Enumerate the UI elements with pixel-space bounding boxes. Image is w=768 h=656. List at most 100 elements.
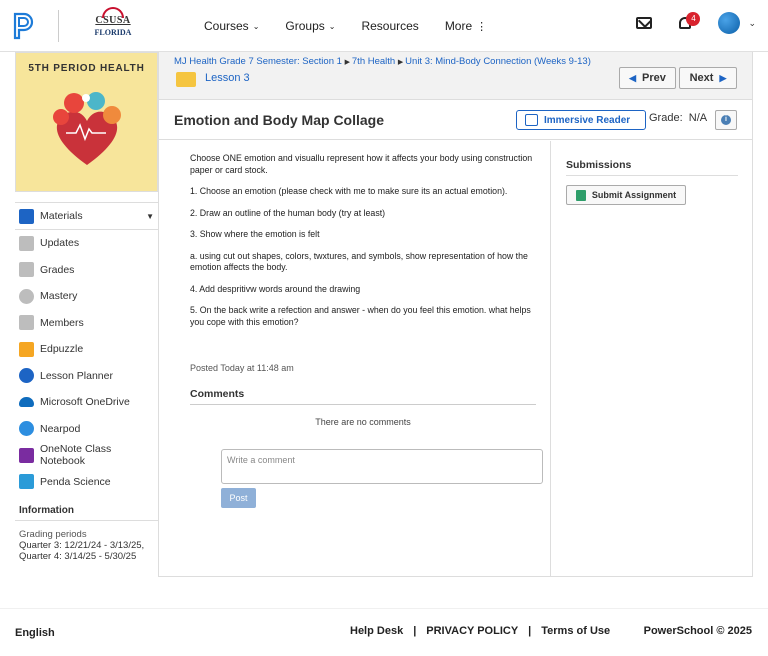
lesson-planner-icon: [19, 368, 34, 384]
comment-input[interactable]: Write a comment: [221, 449, 543, 484]
sidebar-item-label: Nearpod: [40, 422, 81, 435]
sidebar-item-label: Edpuzzle: [40, 343, 84, 356]
submit-icon: [575, 189, 586, 201]
nav-resources-label: Resources: [361, 19, 419, 33]
submissions-heading: Submissions: [566, 159, 738, 176]
sidebar-item-updates[interactable]: Updates: [15, 230, 158, 257]
info-icon: i: [721, 115, 731, 125]
school-state: FLORIDA: [94, 28, 132, 37]
onenote-icon: [19, 447, 34, 463]
more-dots-icon: ⋮: [476, 20, 487, 33]
grading-periods-label: Grading periods: [19, 529, 87, 540]
grade-info-button[interactable]: i: [715, 110, 737, 130]
course-menu: Materials ▼ Updates Grades Mastery Membe…: [15, 202, 158, 495]
nav-groups-label: Groups: [285, 19, 325, 33]
footer-links: Help Desk | PRIVACY POLICY | Terms of Us…: [350, 625, 610, 637]
next-label: Next: [689, 72, 714, 84]
breadcrumb-path: MJ Health Grade 7 Semester: Section 1 ▶ …: [174, 56, 591, 67]
powerschool-logo-icon[interactable]: [13, 12, 35, 40]
help-desk-link[interactable]: Help Desk: [350, 625, 403, 637]
avatar[interactable]: [718, 12, 741, 34]
immersive-reader-button[interactable]: Immersive Reader: [516, 110, 646, 130]
sidebar-item-label: Materials: [40, 210, 83, 222]
sidebar-item-label: Microsoft OneDrive: [40, 396, 130, 409]
sidebar-item-label: Members: [40, 316, 84, 329]
members-icon: [19, 315, 34, 331]
posted-timestamp: Posted Today at 11:48 am: [190, 363, 294, 373]
instruction-step: 2. Draw an outline of the human body (tr…: [190, 207, 386, 218]
logo-divider: [58, 10, 59, 42]
breadcrumb-separator-icon: ▶: [344, 59, 352, 66]
main-nav: Courses ⌄ Groups ⌄ Resources More ⋮: [204, 0, 512, 52]
sidebar-item-grades[interactable]: Grades: [15, 257, 158, 284]
sidebar-item-label: OneNote Class Notebook: [40, 443, 112, 468]
chevron-down-icon: ⌄: [328, 21, 336, 31]
edpuzzle-icon: [19, 341, 34, 357]
sidebar-item-label: Lesson Planner: [40, 369, 113, 382]
assignment-body: Choose ONE emotion and visuallu represen…: [159, 141, 551, 577]
terms-of-use-link[interactable]: Terms of Use: [541, 625, 610, 637]
sidebar-item-onenote[interactable]: OneNote Class Notebook: [15, 442, 158, 469]
grading-period-q4: Quarter 4: 3/14/25 - 5/30/25: [19, 551, 137, 562]
footer-separator: |: [413, 625, 417, 637]
triangle-left-icon: ◀: [629, 72, 637, 83]
nav-resources[interactable]: Resources: [361, 19, 418, 33]
nav-courses[interactable]: Courses ⌄: [204, 19, 259, 33]
sidebar-item-penda-science[interactable]: Penda Science: [15, 469, 158, 496]
notification-badge: 4: [686, 12, 701, 26]
sidebar-item-lesson-planner[interactable]: Lesson Planner: [15, 363, 158, 390]
breadcrumb-course[interactable]: 7th Health: [352, 56, 395, 67]
privacy-policy-link[interactable]: PRIVACY POLICY: [426, 625, 518, 637]
footer: English Help Desk | PRIVACY POLICY | Ter…: [0, 608, 768, 656]
sidebar-item-label: Penda Science: [40, 475, 111, 488]
grade-display: Grade: N/A: [649, 112, 707, 124]
chevron-down-icon[interactable]: ⌄: [748, 18, 756, 29]
folder-icon: [176, 72, 196, 87]
page-title: Emotion and Body Map Collage: [174, 112, 385, 128]
sidebar-item-onedrive[interactable]: Microsoft OneDrive: [15, 389, 158, 416]
breadcrumb-lesson[interactable]: Lesson 3: [205, 72, 250, 84]
copyright: PowerSchool © 2025: [643, 625, 752, 637]
sidebar-item-label: Updates: [40, 237, 80, 250]
breadcrumb: MJ Health Grade 7 Semester: Section 1 ▶ …: [159, 52, 752, 100]
sidebar-item-nearpod[interactable]: Nearpod: [15, 416, 158, 443]
updates-icon: [19, 235, 34, 251]
heart-health-illustration-icon: [53, 92, 121, 165]
nav-groups[interactable]: Groups ⌄: [285, 19, 335, 33]
information-heading: Information: [15, 501, 158, 521]
notifications-button[interactable]: 4: [676, 12, 701, 32]
sidebar-item-label: Grades: [40, 263, 75, 276]
sidebar-item-members[interactable]: Members: [15, 310, 158, 337]
mastery-icon: [19, 288, 34, 304]
nav-courses-label: Courses: [204, 19, 249, 33]
assignment-header: Emotion and Body Map Collage Immersive R…: [159, 100, 752, 140]
nav-more[interactable]: More ⋮: [445, 19, 487, 33]
next-button[interactable]: Next ▶: [679, 67, 737, 89]
grade-value: N/A: [688, 112, 708, 124]
sidebar-item-label: Mastery: [40, 290, 78, 303]
comments-heading: Comments: [190, 388, 536, 405]
course-image: 5TH PERIOD HEALTH: [15, 52, 158, 192]
breadcrumb-unit[interactable]: Unit 3: Mind-Body Connection (Weeks 9-13…: [405, 56, 591, 67]
submit-label: Submit Assignment: [591, 190, 677, 200]
mail-icon[interactable]: [636, 17, 653, 29]
language-selector[interactable]: English: [15, 627, 55, 639]
submit-assignment-button[interactable]: Submit Assignment: [566, 185, 686, 205]
sidebar-item-edpuzzle[interactable]: Edpuzzle: [15, 336, 158, 363]
instruction-step: a. using cut out shapes, colors, twxture…: [190, 250, 528, 273]
triangle-right-icon: ▶: [719, 72, 727, 83]
sidebar-item-materials[interactable]: Materials ▼: [15, 202, 158, 230]
onedrive-icon: [19, 397, 34, 408]
sidebar-item-mastery[interactable]: Mastery: [15, 283, 158, 310]
prev-label: Prev: [642, 72, 666, 84]
breadcrumb-section[interactable]: MJ Health Grade 7 Semester: Section 1: [174, 56, 342, 67]
header-icons: 4 ⌄: [636, 12, 756, 34]
no-comments-message: There are no comments: [315, 417, 411, 427]
school-logo[interactable]: CSUSA FLORIDA: [90, 5, 136, 47]
instruction-step: 3. Show where the emotion is felt: [190, 229, 320, 239]
nearpod-icon: [19, 421, 34, 437]
prev-button[interactable]: ◀ Prev: [619, 67, 676, 89]
post-button[interactable]: Post: [221, 488, 256, 508]
instruction-step: 5. On the back write a refection and ans…: [190, 305, 531, 327]
grade-label: Grade:: [649, 112, 683, 124]
